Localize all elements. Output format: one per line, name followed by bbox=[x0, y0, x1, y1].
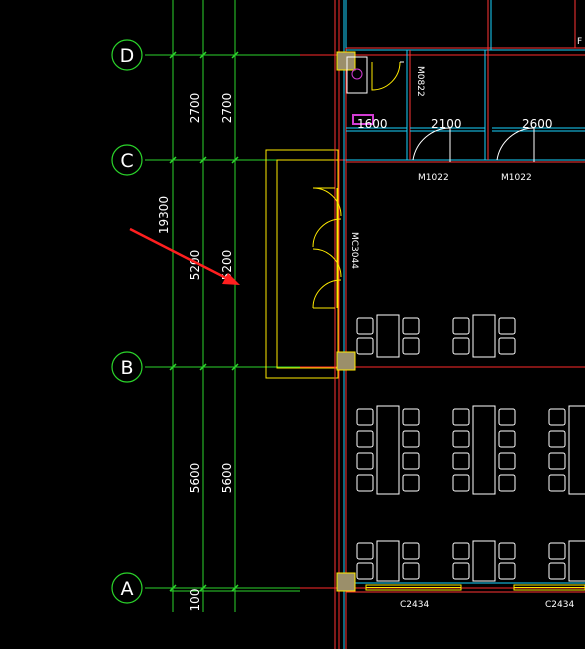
corner-fragment-label: F bbox=[577, 37, 582, 47]
table-set-3 bbox=[356, 405, 420, 495]
column-d bbox=[336, 51, 356, 71]
room-width-1: 1600 bbox=[357, 117, 388, 131]
axis-label-c: C bbox=[120, 150, 133, 172]
door-m1022-b-label: M1022 bbox=[501, 173, 532, 183]
dim-ba-outer: 5600 bbox=[188, 463, 202, 494]
column-b bbox=[336, 351, 356, 371]
dim-ticks bbox=[169, 51, 239, 592]
table-set-4 bbox=[452, 405, 516, 495]
axis-bubbles bbox=[111, 39, 143, 604]
dim-ba-inner: 5600 bbox=[220, 463, 234, 494]
table-set-2 bbox=[452, 314, 516, 358]
table-set-5 bbox=[548, 405, 585, 495]
furniture bbox=[356, 314, 585, 582]
dim-total: 19300 bbox=[157, 196, 171, 234]
door-m1022-a-label: M1022 bbox=[418, 173, 449, 183]
door-m0822-label: M0822 bbox=[415, 66, 425, 97]
cad-drawing-canvas[interactable]: D C B A 19300 2700 2700 5200 5200 5600 5… bbox=[0, 0, 585, 649]
axis-label-d: D bbox=[120, 45, 135, 67]
room-width-2: 2100 bbox=[431, 117, 462, 131]
table-set-6 bbox=[356, 540, 420, 582]
dim-dc-outer: 2700 bbox=[188, 93, 202, 124]
axis-label-b: B bbox=[120, 357, 133, 379]
column-a bbox=[336, 572, 356, 592]
bathroom bbox=[346, 56, 404, 125]
axis-lines bbox=[145, 0, 585, 649]
table-set-8 bbox=[548, 540, 585, 582]
axis-label-a: A bbox=[121, 578, 134, 600]
room-width-3: 2600 bbox=[522, 117, 553, 131]
entrance-door bbox=[312, 187, 342, 309]
door-mc3044-label: MC3044 bbox=[349, 232, 359, 269]
upper-doors bbox=[412, 127, 535, 162]
table-set-7 bbox=[452, 540, 516, 582]
window-c2434-a-label: C2434 bbox=[400, 600, 429, 610]
entrance-canopy bbox=[265, 149, 339, 379]
table-set-1 bbox=[356, 314, 420, 358]
window-c2434-b-label: C2434 bbox=[545, 600, 574, 610]
dim-bottom-offset: 100 bbox=[188, 589, 202, 612]
dim-dc-inner: 2700 bbox=[220, 93, 234, 124]
